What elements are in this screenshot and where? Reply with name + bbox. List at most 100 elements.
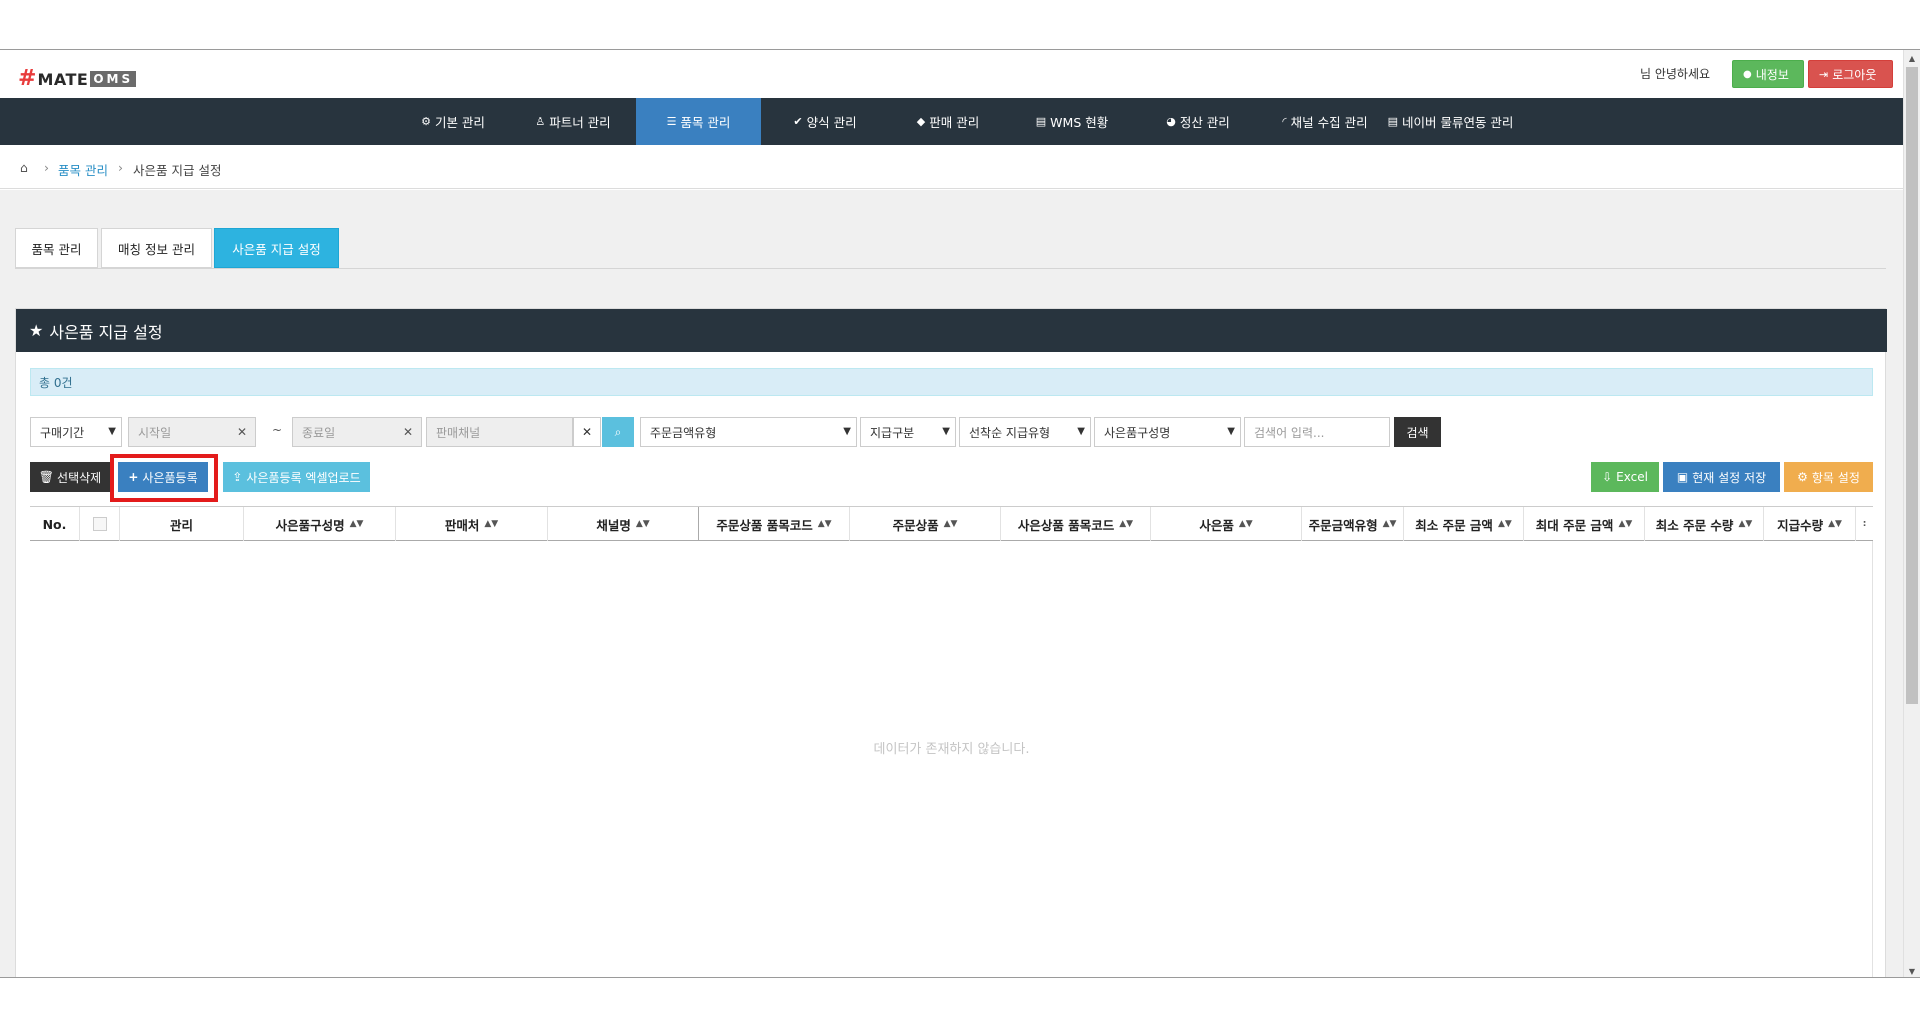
gift-name-select[interactable]: 사은품구성명 ▼ xyxy=(1094,417,1241,447)
chevron-down-icon: ▼ xyxy=(108,426,116,437)
tab-divider xyxy=(15,268,1886,269)
column-header-min-order-amount[interactable]: 최소 주문 금액 ▲▼ xyxy=(1404,507,1524,541)
sign-out-icon: ⇥ xyxy=(1819,67,1829,81)
button-label: Excel xyxy=(1616,470,1648,484)
save-icon: ▣ xyxy=(1676,470,1689,484)
logo-mate-text: MATE xyxy=(37,69,89,89)
my-info-button[interactable]: ● 내정보 xyxy=(1732,60,1804,88)
button-label: 현재 설정 저장 xyxy=(1692,470,1767,485)
sort-icon: ▲▼ xyxy=(349,519,364,529)
breadcrumb-separator: › xyxy=(44,160,49,175)
input-placeholder: 판매채널 xyxy=(436,425,481,440)
nav-item-basic[interactable]: ⚙ 기본 관리 xyxy=(403,98,503,145)
nav-item-label: 판매 관리 xyxy=(929,115,980,130)
pay-type-select[interactable]: 지급구분 ▼ xyxy=(860,417,956,447)
logout-button[interactable]: ⇥ 로그아웃 xyxy=(1808,60,1893,88)
input-placeholder: 시작일 xyxy=(138,425,172,440)
app-logo[interactable]: # MATE OMS xyxy=(18,68,137,90)
sales-channel-input[interactable]: 판매채널 xyxy=(426,417,573,447)
column-header-manage: 관리 xyxy=(120,507,244,541)
card-icon: ▤ xyxy=(1035,115,1047,128)
sort-icon: ▲▼ xyxy=(1382,519,1397,529)
panel-header: ★ 사은품 지급 설정 xyxy=(16,309,1887,352)
select-value: 사은품구성명 xyxy=(1104,425,1171,440)
tab-label: 사은품 지급 설정 xyxy=(232,241,321,257)
home-icon[interactable]: ⌂ xyxy=(20,160,28,175)
tab-matching-info[interactable]: 매칭 정보 관리 xyxy=(101,228,212,268)
sort-icon: ▲▼ xyxy=(635,519,650,529)
register-gift-button[interactable]: + 사은품등록 xyxy=(118,462,208,492)
breadcrumb-link-products[interactable]: 품목 관리 xyxy=(58,160,108,179)
nav-item-wms[interactable]: ▤ WMS 현황 xyxy=(1022,98,1122,145)
column-header-pay-qty[interactable]: 지급수량 ▲▼ xyxy=(1764,507,1856,541)
scroll-down-arrow-icon[interactable]: ▼ xyxy=(1904,963,1920,977)
scroll-up-arrow-icon[interactable]: ▲ xyxy=(1904,50,1920,66)
empty-message: 데이터가 존재하지 않습니다. xyxy=(873,742,1030,757)
input-placeholder: 검색어 입력... xyxy=(1254,425,1325,440)
tab-label: 매칭 정보 관리 xyxy=(118,241,195,257)
column-header-order-item-code[interactable]: 주문상품 품목코드 ▲▼ xyxy=(699,507,850,541)
save-current-settings-button[interactable]: ▣ 현재 설정 저장 xyxy=(1663,462,1780,492)
table-header: No. 관리 사은품구성명 ▲▼ 판매처 ▲▼ 채널명 ▲▼ 주문상품 품목코드… xyxy=(30,506,1873,541)
column-settings-button[interactable]: ⚙ 항목 설정 xyxy=(1784,462,1873,492)
column-label: 최소 주문 금액 xyxy=(1415,517,1493,533)
first-come-type-select[interactable]: 선착순 지급유형 ▼ xyxy=(959,417,1091,447)
card-icon: ▤ xyxy=(1387,115,1398,128)
user-icon: ● xyxy=(1743,68,1752,80)
button-label: 선택삭제 xyxy=(57,470,102,485)
column-label: 채널명 xyxy=(596,517,631,533)
channel-search-button[interactable]: ⌕ xyxy=(602,417,634,447)
clear-icon[interactable]: ✕ xyxy=(237,425,247,439)
select-all-checkbox[interactable] xyxy=(92,517,107,531)
order-amount-type-select[interactable]: 주문금액유형 ▼ xyxy=(640,417,857,447)
scrollbar-thumb[interactable] xyxy=(1906,67,1918,704)
gear-icon: ⚙ xyxy=(1797,470,1808,484)
column-header-min-order-qty[interactable]: 최소 주문 수량 ▲▼ xyxy=(1645,507,1764,541)
sort-icon: ▲▼ xyxy=(484,519,499,529)
list-icon: ☰ xyxy=(666,115,677,128)
end-date-input[interactable]: 종료일 ✕ xyxy=(292,417,422,447)
column-label: 최소 주문 수량 xyxy=(1655,517,1734,533)
column-header-gift[interactable]: 사은품 ▲▼ xyxy=(1151,507,1302,541)
nav-item-products[interactable]: ☰ 품목 관리 xyxy=(636,98,761,145)
column-header-order-amount-type[interactable]: 주문금액유형 ▲▼ xyxy=(1302,507,1404,541)
nav-item-settlement[interactable]: ◕ 정산 관리 xyxy=(1148,98,1248,145)
nav-item-sales[interactable]: ◆ 판매 관리 xyxy=(898,98,998,145)
column-header-gift-item-code[interactable]: 사은상품 품목코드 ▲▼ xyxy=(1001,507,1151,541)
column-header-channel-name[interactable]: 채널명 ▲▼ xyxy=(548,507,699,541)
search-icon: ⌕ xyxy=(614,424,622,439)
start-date-input[interactable]: 시작일 ✕ xyxy=(128,417,256,447)
nav-item-label: 채널 수집 관리 xyxy=(1290,115,1368,130)
nav-item-naver-logistics[interactable]: ▤ 네이버 물류연동 관리 xyxy=(1383,98,1518,145)
vertical-scrollbar[interactable]: ▲ ▼ xyxy=(1903,50,1920,977)
column-label: 지급수량 xyxy=(1777,517,1824,533)
date-range-separator: ~ xyxy=(272,423,283,437)
excel-upload-button[interactable]: ⇪ 사은품등록 엑셀업로드 xyxy=(223,462,370,492)
column-header-max-order-amount[interactable]: 최대 주문 금액 ▲▼ xyxy=(1524,507,1645,541)
search-button[interactable]: 검색 xyxy=(1394,417,1441,447)
search-input[interactable]: 검색어 입력... xyxy=(1244,417,1390,447)
clear-icon[interactable]: ✕ xyxy=(403,425,413,439)
nav-item-label: 파트너 관리 xyxy=(549,115,611,130)
column-header-order-item[interactable]: 주문상품 ▲▼ xyxy=(850,507,1001,541)
select-value: 선착순 지급유형 xyxy=(969,425,1051,440)
tab-label: 품목 관리 xyxy=(31,241,82,257)
tab-gift-settings[interactable]: 사은품 지급 설정 xyxy=(214,228,339,268)
main-nav: ⚙ 기본 관리 ♙ 파트너 관리 ☰ 품목 관리 ✔ 양식 관리 ◆ 판매 관리… xyxy=(0,98,1903,145)
column-header-seller[interactable]: 판매처 ▲▼ xyxy=(396,507,548,541)
nav-item-channel-collect[interactable]: ◜ 채널 수집 관리 xyxy=(1270,98,1380,145)
user-icon: ♙ xyxy=(535,115,546,128)
rss-icon: ◜ xyxy=(1282,115,1287,128)
my-info-label: 내정보 xyxy=(1755,67,1789,82)
nav-item-forms[interactable]: ✔ 양식 관리 xyxy=(775,98,875,145)
delete-selected-button[interactable]: 🗑 선택삭제 xyxy=(30,462,110,492)
excel-download-button[interactable]: ⇩ Excel xyxy=(1591,462,1659,492)
button-label: 사은품등록 xyxy=(142,470,198,485)
purchase-period-select[interactable]: 구매기간 ▼ xyxy=(30,417,122,447)
column-header-gift-set-name[interactable]: 사은품구성명 ▲▼ xyxy=(244,507,396,541)
nav-item-partner[interactable]: ♙ 파트너 관리 xyxy=(523,98,623,145)
tab-products[interactable]: 품목 관리 xyxy=(15,228,98,268)
gift-settings-panel: ★ 사은품 지급 설정 총 0건 구매기간 ▼ 시작일 ✕ ~ 종료일 ✕ 판매… xyxy=(15,308,1887,977)
clear-channel-button[interactable]: ✕ xyxy=(573,417,601,447)
sort-icon: ▲▼ xyxy=(943,519,958,529)
